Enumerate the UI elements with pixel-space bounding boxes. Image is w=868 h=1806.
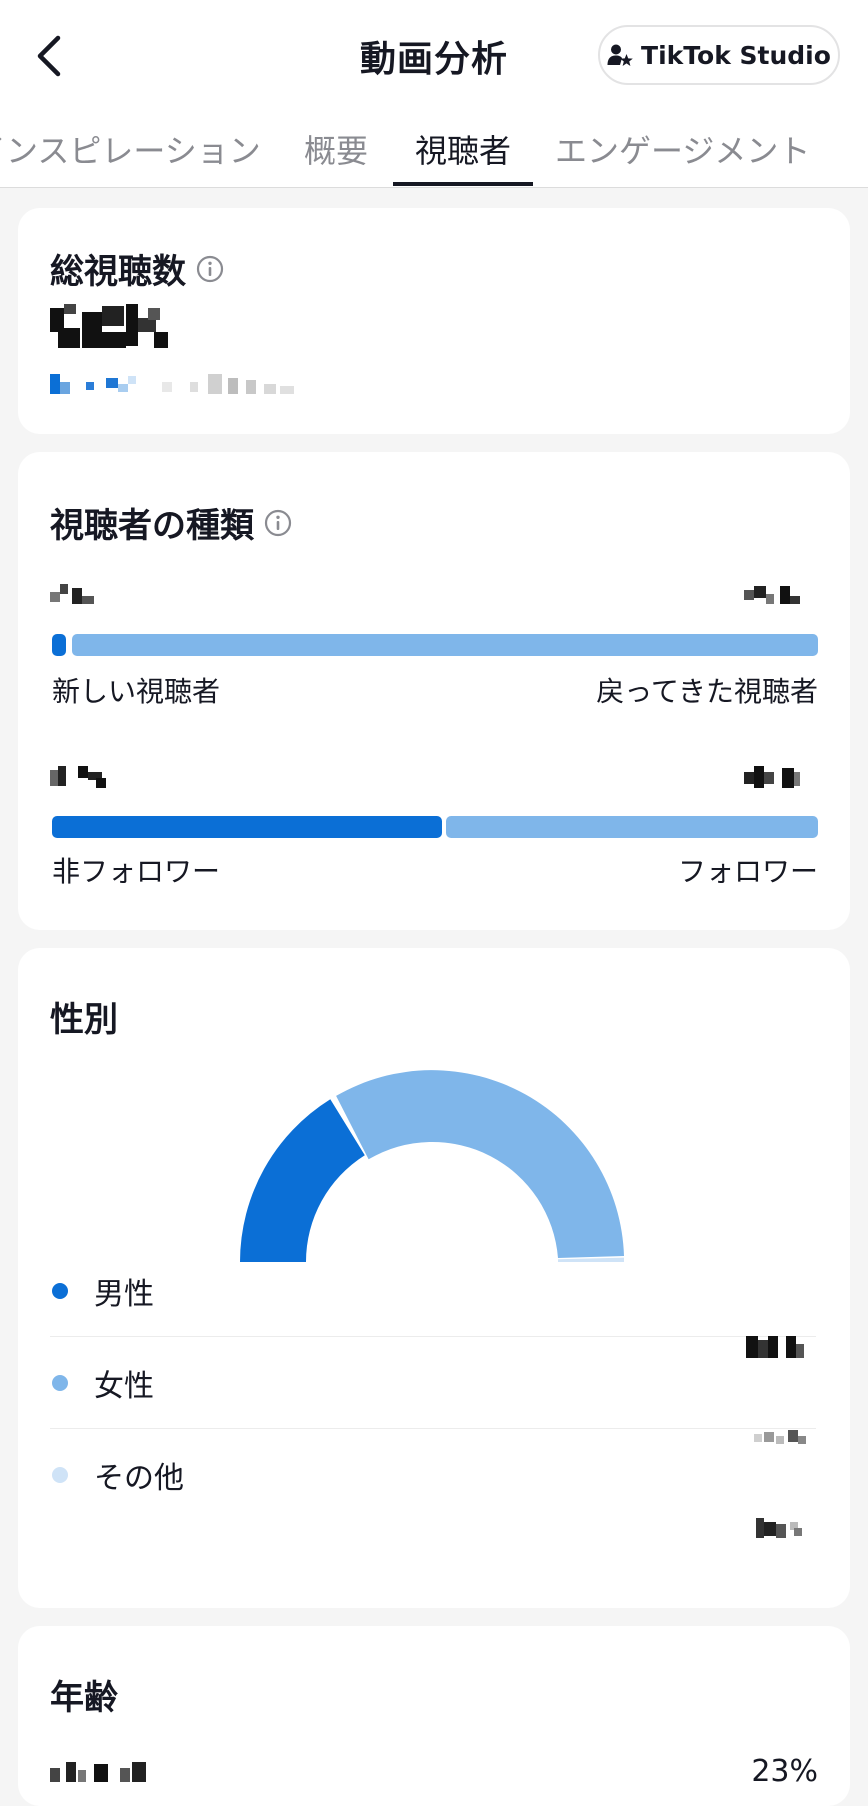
tab-bar: インスピレーション 概要 視聴者 エンゲージメント — [0, 112, 868, 188]
total-views-title: 総視聴数 — [50, 252, 186, 292]
total-views-card: 総視聴数 — [18, 208, 850, 434]
gender-title: 性別 — [50, 1000, 118, 1040]
gender-chart-female-segment — [336, 1070, 624, 1258]
returning-viewers-bar — [72, 634, 818, 656]
app-header: 動画分析 TikTok Studio — [0, 0, 868, 112]
studio-button-label: TikTok Studio — [641, 40, 831, 70]
other-legend-dot — [52, 1466, 68, 1483]
male-label: 男性 — [94, 1277, 154, 1312]
male-legend-dot — [52, 1283, 68, 1299]
tiktok-studio-button[interactable]: TikTok Studio — [598, 25, 840, 85]
censored-views-change — [50, 374, 294, 394]
followers-bar — [446, 816, 818, 838]
tab-engagement[interactable]: エンゲージメント — [555, 126, 810, 172]
age-card: 年齢 23% — [18, 1626, 850, 1806]
info-icon[interactable] — [264, 509, 292, 537]
non-followers-bar — [52, 816, 442, 838]
user-star-icon — [607, 44, 633, 66]
gender-row-female: 女性 — [50, 1338, 816, 1429]
gender-chart-male-segment — [240, 1099, 365, 1262]
gender-row-male: 男性 — [50, 1246, 816, 1337]
age-title: 年齢 — [50, 1678, 118, 1718]
info-icon[interactable] — [196, 255, 224, 283]
gender-row-other: その他 — [50, 1429, 816, 1520]
returning-viewers-label: 戻ってきた視聴者 — [596, 675, 818, 708]
censored-non-followers-percent — [50, 766, 106, 788]
other-label: その他 — [94, 1460, 184, 1496]
tab-inspiration[interactable]: インスピレーション — [0, 126, 261, 172]
female-label: 女性 — [94, 1369, 154, 1404]
censored-total-views-value — [50, 304, 168, 348]
tab-overview[interactable]: 概要 — [304, 126, 368, 172]
censored-other-percent — [756, 1518, 802, 1538]
viewer-types-card: 視聴者の種類 新しい視聴者 戻ってきた視聴者 非フォロワー フォロワー — [18, 452, 850, 930]
tab-viewers[interactable]: 視聴者 — [415, 126, 511, 172]
female-legend-dot — [52, 1375, 68, 1391]
gender-donut-chart — [240, 1070, 625, 1262]
censored-returning-viewers-percent — [744, 586, 800, 604]
censored-new-viewers-percent — [50, 584, 94, 604]
censored-age-range-label — [50, 1762, 146, 1782]
gender-card: 性別 男性 女性 その他 — [18, 948, 850, 1608]
active-tab-indicator — [393, 182, 533, 186]
followers-label: フォロワー — [677, 855, 818, 888]
non-followers-label: 非フォロワー — [52, 855, 221, 888]
new-viewers-label: 新しい視聴者 — [52, 675, 221, 708]
viewer-types-title: 視聴者の種類 — [50, 506, 254, 546]
age-first-percent: 23% — [751, 1754, 818, 1789]
censored-followers-percent — [744, 766, 800, 788]
new-viewers-bar — [52, 634, 66, 656]
